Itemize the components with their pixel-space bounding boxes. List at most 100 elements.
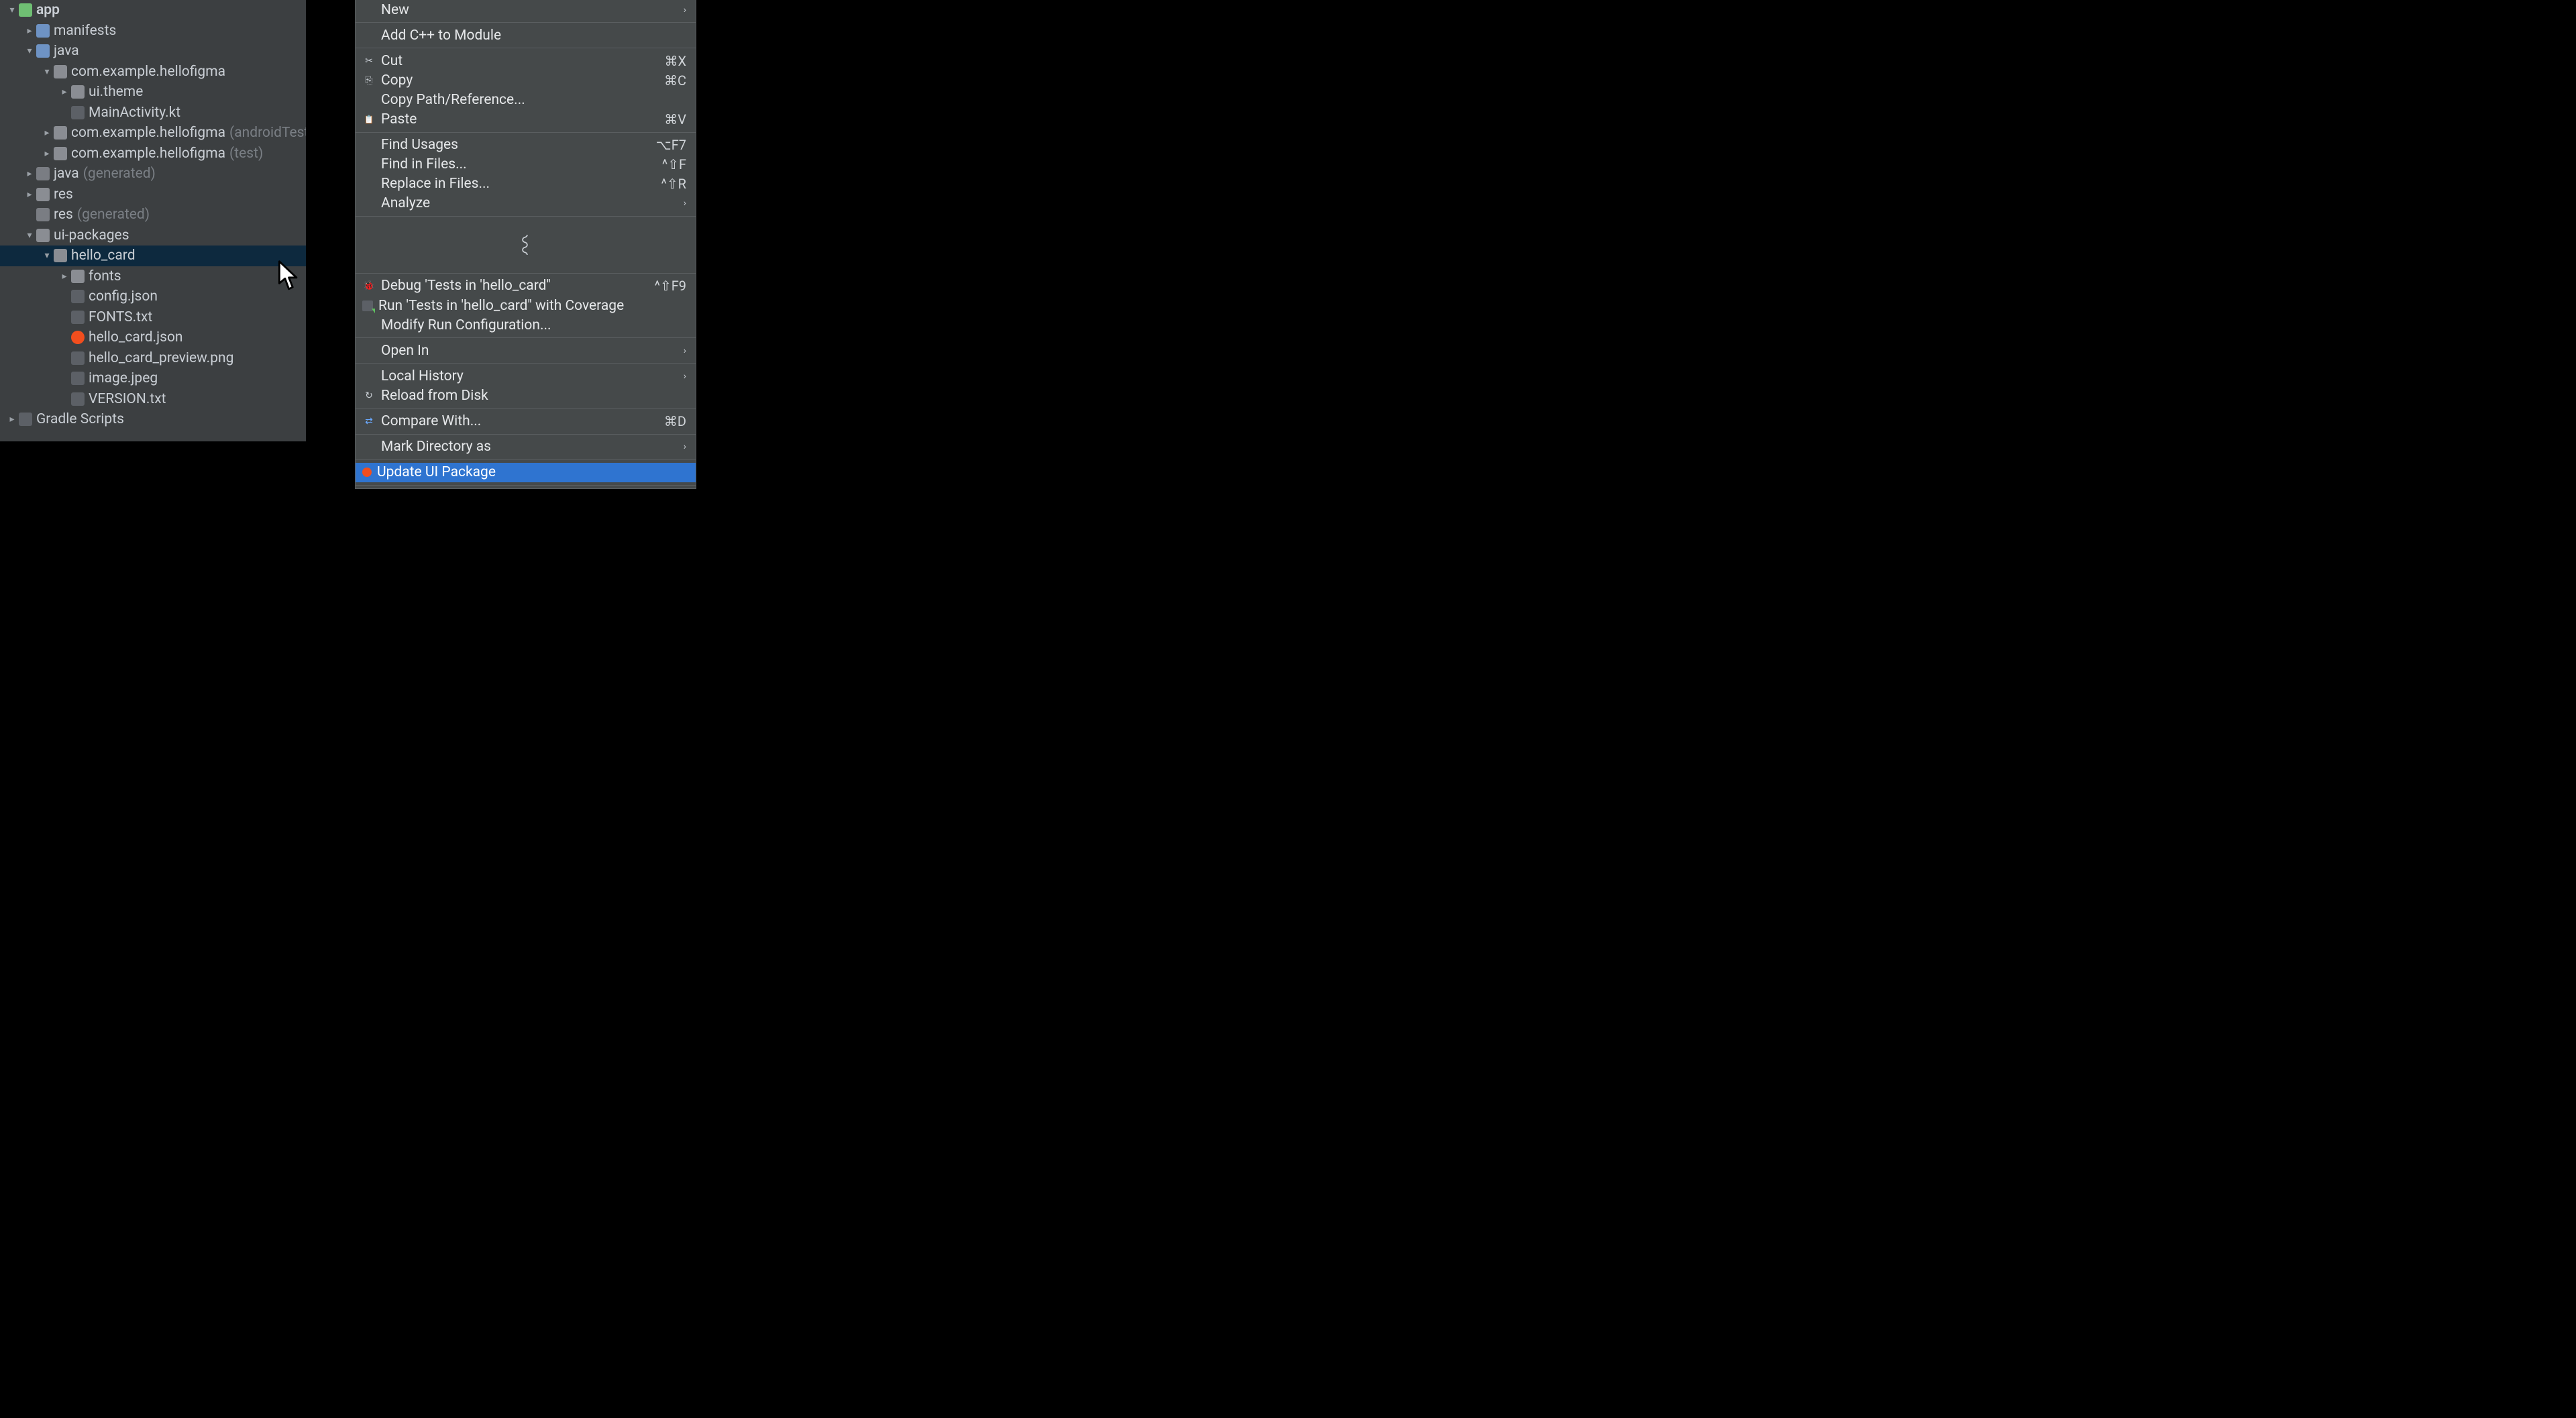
tree-node-label: fonts <box>89 268 121 284</box>
menu-separator <box>356 216 696 217</box>
expand-chevron-icon[interactable] <box>23 168 36 179</box>
folder-icon <box>36 24 50 38</box>
gen-icon <box>36 208 50 221</box>
blank-icon <box>362 197 376 210</box>
expand-chevron-icon[interactable] <box>40 148 54 159</box>
tree-node-label: MainActivity.kt <box>89 105 180 121</box>
menu-item[interactable]: Mark Directory as› <box>356 437 696 457</box>
menu-separator <box>356 485 696 486</box>
menu-item[interactable]: Find in Files...^⇧F <box>356 155 696 174</box>
tree-row[interactable]: java <box>0 41 306 62</box>
menu-item[interactable]: Open In› <box>356 341 696 360</box>
menu-item[interactable]: Cut⌘X <box>356 51 696 70</box>
menu-item-label: Analyze <box>381 195 676 211</box>
tree-node-label: res <box>54 207 73 223</box>
tree-row[interactable]: VERSION.txt <box>0 389 306 410</box>
submenu-arrow-icon: › <box>684 441 686 452</box>
menu-item-shortcut: ^⇧F9 <box>655 278 686 294</box>
tree-row[interactable]: com.example.hellofigma <box>0 62 306 83</box>
expand-chevron-icon[interactable] <box>58 87 71 97</box>
menu-truncation-indicator: 〰 <box>356 219 696 270</box>
submenu-arrow-icon: › <box>684 5 686 15</box>
menu-item[interactable]: Update UI Package <box>356 463 696 482</box>
menu-item[interactable]: New› <box>356 0 696 19</box>
expand-chevron-icon[interactable] <box>5 414 19 425</box>
tree-row[interactable]: res <box>0 184 306 205</box>
tree-node-label: com.example.hellofigma <box>71 64 225 80</box>
menu-item[interactable]: Reload from Disk <box>356 386 696 405</box>
menu-item[interactable]: Run 'Tests in 'hello_card'' with Coverag… <box>356 296 696 315</box>
expand-chevron-icon[interactable] <box>40 66 54 77</box>
tree-row[interactable]: java(generated) <box>0 164 306 184</box>
expand-chevron-icon[interactable] <box>23 189 36 200</box>
paste-icon <box>362 113 376 126</box>
blank-icon <box>362 158 376 171</box>
tree-row[interactable]: manifests <box>0 21 306 42</box>
menu-item[interactable]: Add C++ to Module <box>356 25 696 45</box>
tree-row[interactable]: res(generated) <box>0 205 306 225</box>
menu-item-label: Find Usages <box>381 137 648 153</box>
menu-item[interactable]: Copy Path/Reference... <box>356 90 696 109</box>
tree-row[interactable]: FONTS.txt <box>0 307 306 328</box>
tree-row[interactable]: hello_card_preview.png <box>0 348 306 369</box>
menu-item-label: Replace in Files... <box>381 176 653 192</box>
expand-chevron-icon[interactable] <box>23 25 36 36</box>
submenu-arrow-icon: › <box>684 345 686 356</box>
menu-item[interactable]: Modify Run Configuration... <box>356 315 696 335</box>
uipkg-icon <box>36 229 50 242</box>
menu-item[interactable]: Debug 'Tests in 'hello_card'' ^⇧F9 <box>356 276 696 296</box>
menu-item[interactable]: Copy ⌘C <box>356 70 696 90</box>
tree-row[interactable]: Gradle Scripts <box>0 409 306 430</box>
expand-chevron-icon[interactable] <box>23 46 36 56</box>
menu-item-shortcut: ^⇧R <box>661 176 686 192</box>
tree-node-aux: (generated) <box>83 166 156 182</box>
expand-chevron-icon[interactable] <box>40 250 54 261</box>
menu-item-label: Update UI Package <box>377 464 686 480</box>
menu-separator <box>356 459 696 460</box>
tree-row[interactable]: com.example.hellofigma(test) <box>0 144 306 164</box>
menu-item[interactable]: Local History› <box>356 366 696 386</box>
tree-row[interactable]: hello_card.json <box>0 327 306 348</box>
menu-item[interactable]: Analyze› <box>356 194 696 213</box>
expand-chevron-icon[interactable] <box>40 127 54 138</box>
menu-separator <box>356 22 696 23</box>
pkg-icon <box>54 65 67 78</box>
img-icon <box>71 351 85 365</box>
expand-chevron-icon[interactable] <box>58 271 71 282</box>
blank-icon <box>362 344 376 358</box>
pkg-icon <box>54 249 67 262</box>
menu-item[interactable]: Replace in Files... ^⇧R <box>356 174 696 194</box>
copy-icon <box>362 74 376 87</box>
menu-item-label: Copy <box>381 72 656 89</box>
tree-row[interactable]: ui-packages <box>0 225 306 246</box>
pkg-icon <box>54 126 67 140</box>
tree-row[interactable]: image.jpeg <box>0 368 306 389</box>
tree-row[interactable]: app <box>0 0 306 21</box>
menu-item-label: Copy Path/Reference... <box>381 92 686 108</box>
bug-icon <box>362 279 376 292</box>
menu-item[interactable]: Compare With...⌘D <box>356 412 696 431</box>
tree-node-label: config.json <box>89 288 158 305</box>
pkg-icon <box>71 270 85 283</box>
figma-icon <box>71 331 85 344</box>
blank-icon <box>362 370 376 383</box>
tree-row[interactable]: config.json <box>0 286 306 307</box>
expand-chevron-icon[interactable] <box>5 5 19 15</box>
context-menu: New› Add C++ to Module Cut⌘X Copy ⌘C Copy Pat… <box>355 0 696 489</box>
expand-chevron-icon[interactable] <box>23 230 36 241</box>
tree-row[interactable]: com.example.hellofigma(androidTest) <box>0 123 306 144</box>
tree-row[interactable]: fonts <box>0 266 306 287</box>
figma-icon <box>362 468 372 477</box>
menu-item-label: Debug 'Tests in 'hello_card'' <box>381 278 647 294</box>
img-icon <box>71 372 85 385</box>
menu-item-shortcut: ⌘C <box>664 72 686 89</box>
tree-row[interactable]: hello_card <box>0 246 306 266</box>
blank-icon <box>362 29 376 42</box>
blank-icon <box>362 3 376 17</box>
menu-item-label: Add C++ to Module <box>381 28 686 44</box>
blank-icon <box>362 138 376 152</box>
menu-item[interactable]: Paste⌘V <box>356 109 696 129</box>
menu-item[interactable]: Find Usages⌥F7 <box>356 135 696 155</box>
tree-row[interactable]: MainActivity.kt <box>0 103 306 123</box>
tree-row[interactable]: ui.theme <box>0 82 306 103</box>
